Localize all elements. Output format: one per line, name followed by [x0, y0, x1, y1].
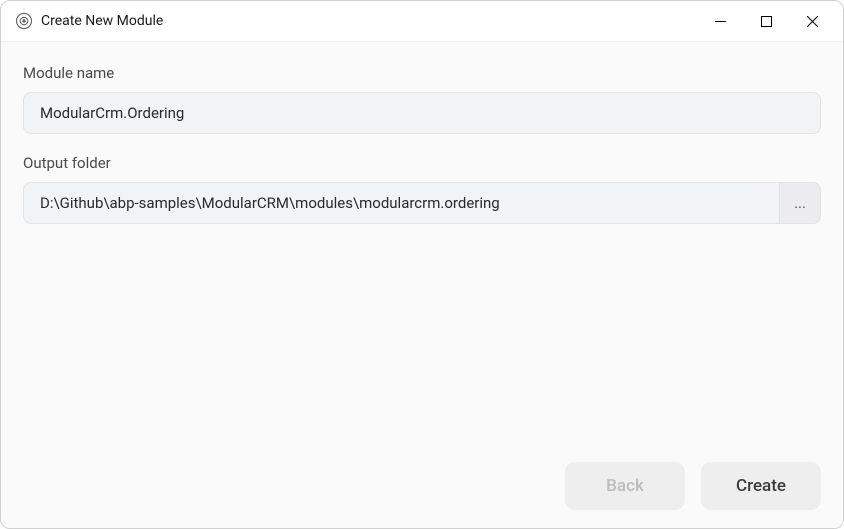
back-button[interactable]: Back [565, 462, 685, 510]
dialog-window: Create New Module Module name [0, 0, 844, 529]
minimize-icon [715, 16, 726, 27]
close-icon [807, 16, 818, 27]
dialog-buttons: Back Create [23, 462, 821, 510]
output-folder-group: Output folder ... [23, 154, 821, 224]
module-name-group: Module name [23, 64, 821, 134]
minimize-button[interactable] [697, 5, 743, 37]
window-title: Create New Module [41, 13, 697, 29]
maximize-button[interactable] [743, 5, 789, 37]
output-folder-row: ... [23, 182, 821, 224]
maximize-icon [761, 16, 772, 27]
output-folder-label: Output folder [23, 154, 821, 172]
module-name-input[interactable] [23, 92, 821, 134]
titlebar: Create New Module [1, 1, 843, 41]
browse-button[interactable]: ... [779, 182, 821, 224]
window-controls [697, 5, 835, 37]
module-name-label: Module name [23, 64, 821, 82]
close-button[interactable] [789, 5, 835, 37]
app-icon [15, 12, 33, 30]
output-folder-input[interactable] [23, 182, 779, 224]
create-button[interactable]: Create [701, 462, 821, 510]
spacer [23, 244, 821, 462]
dialog-content: Module name Output folder ... Back Creat… [1, 41, 843, 528]
